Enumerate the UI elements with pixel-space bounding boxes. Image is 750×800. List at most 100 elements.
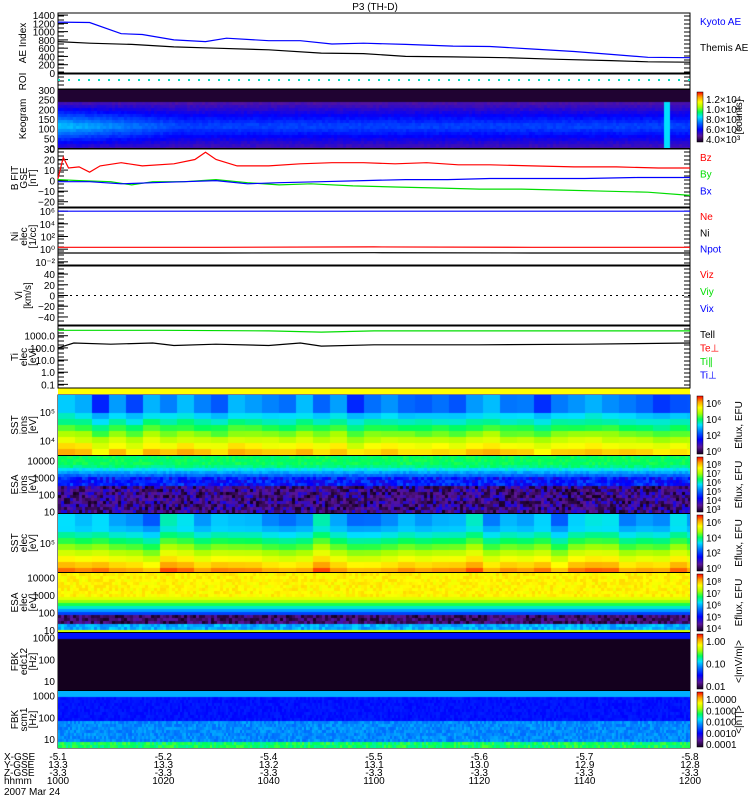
colorbar-title: <|nT|> [734, 705, 745, 734]
series-ae-themis-ae [57, 41, 691, 63]
y-tick-label: 0.1 [41, 380, 55, 391]
colorbar-fbk1 [696, 633, 704, 690]
y-tick-label: 0 [49, 292, 55, 303]
y-tick-label: 100 [38, 655, 55, 666]
colorbar-tick-label: 10³ [706, 505, 721, 516]
y-axis-label: [eV] [28, 593, 39, 611]
legend-ti⊥: Ti⊥ [700, 371, 717, 382]
panel-frame-ni [57, 207, 691, 266]
y-axis-label: [eV] [28, 348, 39, 366]
colorbar-title: [counts] [734, 99, 745, 134]
legend-vix: Vix [700, 304, 714, 315]
y-tick-label: −20 [38, 302, 55, 313]
y-tick-label: 20 [44, 281, 56, 292]
colorbar-keo [696, 91, 704, 143]
colorbar-fbk2 [696, 691, 704, 748]
colorbar-tick-label: 4.0×10³ [706, 135, 741, 146]
legend-tell: Tell [700, 330, 715, 341]
colorbar-tick-label: 0.0010 [706, 729, 737, 740]
colorbar-tick-label: 1.0000 [706, 695, 737, 706]
panel-frame-roi [57, 73, 691, 90]
colorbar-tick-label: 10⁴ [706, 415, 721, 426]
colorbar-tick-label: 10⁰ [706, 564, 721, 575]
colorbar-tick-label: 10⁶ [706, 518, 721, 529]
y-tick-label: 1000.0 [24, 332, 55, 343]
y-tick-label: 0 [49, 177, 55, 188]
legend-ni: Ni [700, 228, 709, 239]
legend-te⊥: Te⊥ [700, 344, 719, 355]
y-tick-label: 10⁵ [40, 539, 55, 550]
y-tick-label: 100 [38, 713, 55, 724]
y-tick-label: 10 [44, 677, 56, 688]
y-axis-label: AE Index [18, 23, 29, 64]
y-axis-label: [eV] [28, 475, 39, 493]
colorbar-tick-label: 0.0100 [706, 718, 737, 729]
y-tick-label: 10 [44, 166, 56, 177]
keogram-image [58, 90, 690, 148]
y-tick-label: 1.0 [41, 368, 55, 379]
footer-hhmm-value: 1040 [258, 776, 281, 787]
colorbar-tick-label: 10⁰ [706, 447, 721, 458]
colorbar-tick-label: 0.10 [706, 660, 726, 671]
legend-bx: Bx [700, 186, 712, 197]
y-tick-label: 10⁰ [40, 245, 55, 256]
y-tick-label: 10⁵ [40, 408, 55, 419]
y-tick-label: 0 [49, 69, 55, 80]
footer-row-label: hhmm [4, 776, 32, 787]
series-b-bz [57, 151, 690, 179]
y-axis-label: [1/cc] [28, 224, 39, 248]
legend-by: By [700, 170, 712, 181]
y-tick-label: 10⁻² [35, 258, 55, 269]
y-tick-label: 100 [38, 609, 55, 620]
y-tick-label: 20 [44, 156, 56, 167]
y-axis-label: [eV] [28, 534, 39, 552]
colorbar-tick-label: 10⁴ [706, 624, 721, 635]
colorbar-tick-label: 0.01 [706, 682, 726, 693]
y-tick-label: 100 [38, 490, 55, 501]
series-b-by [57, 178, 691, 196]
esa-ion-spectrogram [58, 456, 690, 513]
y-tick-label: 10000 [27, 573, 55, 584]
colorbar-esa_i [696, 456, 704, 513]
colorbar-tick-label: 1.00 [706, 637, 726, 648]
plot-date: 2007 Mar 24 [4, 787, 61, 798]
colorbar-tick-label: 10² [706, 549, 721, 560]
colorbar-tick-label: 10² [706, 431, 721, 442]
y-axis-label: [km/s] [23, 282, 34, 309]
colorbar-sst_i [696, 395, 704, 455]
legend-ne: Ne [700, 212, 713, 223]
colorbar-tick-label: 0.1000 [706, 706, 737, 717]
y-tick-label: 10² [41, 233, 56, 244]
panel-frame-vi [57, 265, 691, 326]
series-b-bx [58, 176, 690, 185]
legend-themis ae: Themis AE [700, 43, 749, 54]
fbk-scm1-spectrogram [58, 691, 690, 748]
y-tick-label: 10⁴ [40, 437, 55, 448]
y-tick-label: 10⁶ [40, 207, 55, 218]
series-ti-tell [58, 329, 690, 333]
colorbar-title: Eflux, EFU [734, 461, 745, 509]
footer-hhmm-value: 1140 [574, 776, 596, 787]
footer-hhmm-value: 1120 [469, 776, 491, 787]
colorbar-tick-label: 10⁵ [706, 612, 721, 623]
legend-viz: Viz [700, 270, 714, 281]
colorbar-title: Eflux, EFU [734, 579, 745, 627]
colorbar-sst_e [696, 514, 704, 572]
colorbar-tick-label: 10⁶ [706, 399, 721, 410]
legend-viy: Viy [700, 287, 714, 298]
y-tick-label: 1000 [33, 633, 56, 644]
legend-bz: Bz [700, 153, 712, 164]
series-ae-kyoto-ae [57, 21, 691, 59]
y-tick-label: 10000 [27, 456, 55, 467]
y-tick-label: 10 [44, 735, 56, 746]
y-axis-label: [Hz] [28, 710, 39, 728]
legend-npot: Npot [700, 245, 721, 256]
y-tick-label: 40 [44, 270, 56, 281]
y-tick-label: −40 [38, 313, 55, 324]
y-axis-label: Keogram [18, 99, 29, 140]
plot-title: P3 (TH-D) [352, 2, 398, 13]
legend-kyoto ae: Kyoto AE [700, 17, 741, 28]
themis-summary-plot: P3 (TH-D) 1400 1200 1000 800 600 400 200 0 AE Ind… [0, 0, 750, 800]
colorbar-tick-label: 10⁸ [706, 577, 721, 588]
colorbar-title: Eflux, EFU [734, 519, 745, 567]
